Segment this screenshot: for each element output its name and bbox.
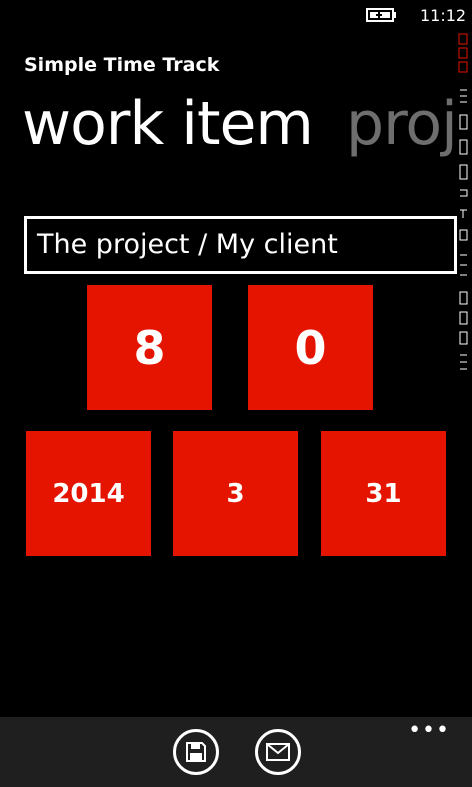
minutes-tile[interactable]: 0	[248, 285, 373, 410]
edge-strip-decoration	[458, 33, 468, 370]
year-tile[interactable]: 2014	[26, 431, 151, 556]
pivot-header-bar: work item proj	[0, 84, 472, 164]
status-time: 11:12	[420, 6, 467, 25]
month-tile[interactable]: 3	[173, 431, 298, 556]
day-tile[interactable]: 31	[321, 431, 446, 556]
more-menu-button[interactable]: •••	[408, 720, 450, 742]
pivot-tab-work-item[interactable]: work item	[22, 84, 314, 164]
save-button[interactable]	[173, 729, 219, 775]
save-icon	[186, 742, 206, 762]
pivot-tab-project[interactable]: proj	[346, 84, 458, 164]
project-field[interactable]: The project / My client	[24, 216, 457, 274]
app-title: Simple Time Track	[24, 54, 220, 76]
app-bar: •••	[0, 717, 472, 787]
app-screen: { "status_bar": { "time": "11:12", "batt…	[0, 0, 472, 787]
battery-charging-icon	[366, 8, 396, 22]
status-bar: 11:12	[0, 0, 472, 32]
email-button[interactable]	[255, 729, 301, 775]
mail-icon	[266, 743, 290, 761]
hours-tile[interactable]: 8	[87, 285, 212, 410]
